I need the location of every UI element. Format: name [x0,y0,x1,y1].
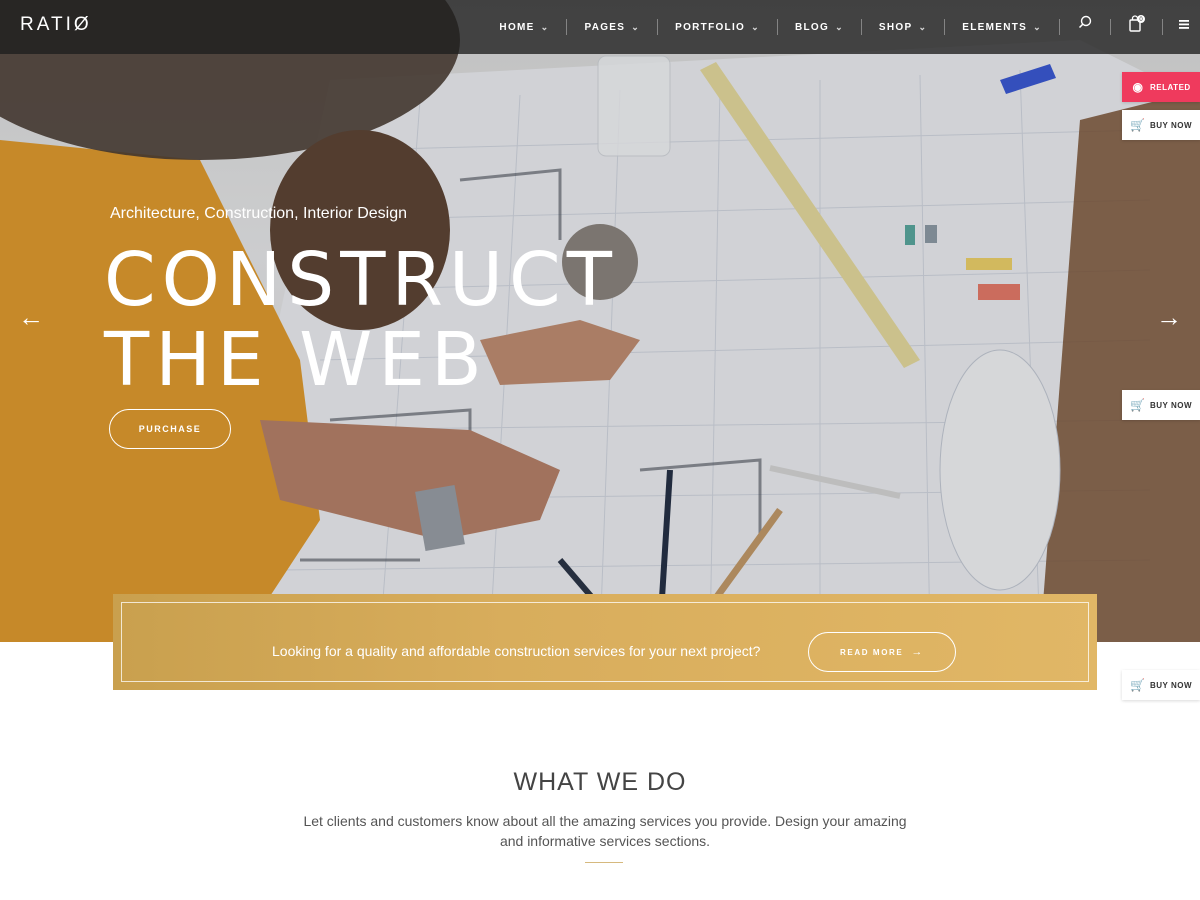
nav-item-portfolio[interactable]: PORTFOLIO ⌄ [658,19,778,35]
cart-icon[interactable]: 0 [1128,15,1146,38]
nav-item-label: BLOG [794,21,830,33]
top-navigation: RATIØ HOME ⌄ PAGES ⌄ PORTFOLIO ⌄ BLOG ⌄ SHOP… [0,0,1200,54]
buy-now-label: BUY NOW [1150,120,1193,130]
cart-icon: 🛒 [1130,678,1146,692]
nav-item-shop[interactable]: SHOP ⌄ [862,19,946,35]
read-more-label: READ MORE [840,647,904,657]
cta-text: Looking for a quality and affordable con… [272,643,761,659]
cta-frame: Looking for a quality and affordable con… [121,602,1089,682]
slider-prev-arrow-icon[interactable]: ← [18,302,44,333]
buy-now-button[interactable]: 🛒 BUY NOW [1122,670,1200,700]
nav-item-pages[interactable]: PAGES ⌄ [567,19,659,35]
arrow-right-icon: → [911,646,924,658]
nav-item-elements[interactable]: ELEMENTS ⌄ [945,19,1060,35]
read-more-button[interactable]: READ MORE → [808,632,956,672]
slider-next-arrow-icon[interactable]: → [1156,302,1182,333]
buy-now-label: BUY NOW [1150,400,1193,410]
main-menu: HOME ⌄ PAGES ⌄ PORTFOLIO ⌄ BLOG ⌄ SHOP ⌄ ELEM… [482,0,1060,54]
nav-item-label: SHOP [878,21,913,33]
nav-divider [1110,19,1111,35]
section-title: WHAT WE DO [513,768,687,796]
hero-title: CONSTRUCT THE WEB [104,240,618,400]
buy-now-label: BUY NOW [1150,680,1193,690]
nav-item-home[interactable]: HOME ⌄ [482,19,568,35]
chevron-down-icon: ⌄ [631,21,641,32]
search-icon[interactable] [1078,15,1092,34]
cart-icon: 🛒 [1130,118,1146,132]
buy-now-button[interactable]: 🛒 BUY NOW [1122,390,1200,420]
nav-item-label: HOME [499,21,535,33]
chevron-down-icon: ⌄ [751,21,760,32]
hero-title-line-2: THE WEB [104,317,488,403]
site-logo[interactable]: RATIØ [20,14,92,36]
nav-divider [1162,19,1163,35]
chevron-down-icon: ⌄ [1033,21,1042,32]
section-description: Let clients and customers know about all… [303,813,907,849]
purchase-button[interactable]: PURCHASE [109,409,231,449]
cart-icon: 🛒 [1130,398,1146,412]
nav-item-label: PAGES [584,21,626,33]
section-divider [585,862,623,863]
menu-icon[interactable] [1179,17,1191,35]
call-to-action-bar: Looking for a quality and affordable con… [113,594,1097,690]
hero-title-line-1: CONSTRUCT [104,237,618,323]
nav-item-label: PORTFOLIO [675,21,746,33]
hero-slider: Architecture, Construction, Interior Des… [0,0,1200,642]
related-icon: ◉ [1132,80,1144,94]
related-label: RELATED [1150,82,1191,92]
buy-now-button[interactable]: 🛒 BUY NOW [1122,110,1200,140]
nav-item-blog[interactable]: BLOG ⌄ [778,19,862,35]
chevron-down-icon: ⌄ [918,21,928,32]
related-button[interactable]: ◉ RELATED [1122,72,1200,102]
chevron-down-icon: ⌄ [540,21,550,32]
hero-subtitle: Architecture, Construction, Interior Des… [110,205,408,222]
chevron-down-icon: ⌄ [835,21,844,32]
nav-item-label: ELEMENTS [962,21,1028,33]
